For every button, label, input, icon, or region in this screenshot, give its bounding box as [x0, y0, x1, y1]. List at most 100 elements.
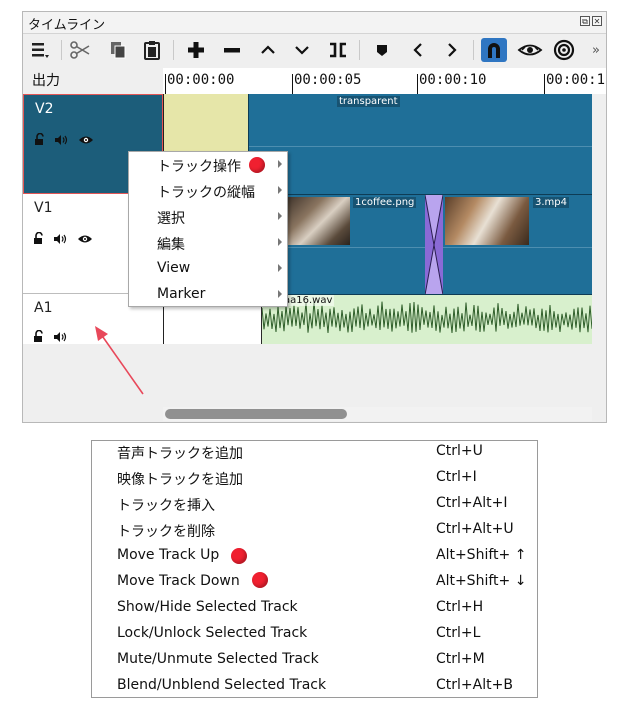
horizontal-scrollbar[interactable] — [163, 407, 592, 421]
annotation-dot — [249, 157, 265, 173]
eye-icon[interactable] — [77, 233, 93, 245]
ripple-icon[interactable] — [551, 38, 577, 62]
clip-label: transparent — [337, 96, 400, 107]
menu-item-edit[interactable]: 編集 — [129, 230, 287, 256]
submenu-item-label: Show/Hide Selected Track — [117, 599, 298, 615]
vertical-scrollbar[interactable] — [592, 94, 606, 404]
next-icon[interactable] — [439, 38, 465, 62]
ruler-tick-line — [544, 74, 545, 94]
clip-label: 3.mp4 — [533, 197, 569, 208]
ruler-tick-line — [417, 74, 418, 94]
menu-icon[interactable] — [27, 38, 53, 62]
menu-item-label: View — [157, 260, 191, 276]
toolbar-separator — [473, 40, 474, 60]
float-icon[interactable]: ⧉ — [580, 16, 590, 26]
ruler-tick-line — [292, 74, 293, 94]
close-icon[interactable]: ✕ — [592, 16, 602, 26]
time-ruler[interactable]: 00:00:00 00:00:05 00:00:10 00:00:15 — [163, 68, 607, 94]
split-icon[interactable] — [325, 38, 351, 62]
submenu-item-mute-unmute-track[interactable]: Mute/Unmute Selected Track Ctrl+M — [92, 649, 537, 675]
track-operations-submenu: 音声トラックを追加 Ctrl+U 映像トラックを追加 Ctrl+I トラックを挿… — [91, 440, 538, 698]
submenu-item-shortcut: Ctrl+I — [436, 469, 477, 485]
annotation-arrow-icon — [95, 326, 144, 395]
submenu-arrow-icon — [278, 186, 282, 194]
submenu-item-label: Move Track Up — [117, 547, 220, 563]
remove-icon[interactable] — [219, 38, 245, 62]
v2-transparent-clip[interactable]: transparent — [248, 94, 592, 194]
submenu-item-shortcut: Alt+Shift+ ↓ — [436, 573, 527, 589]
menu-item-label: トラックの縦幅 — [157, 185, 255, 201]
clip-midline — [443, 247, 592, 248]
title-bar: タイムライン ⧉ ✕ — [23, 12, 606, 34]
scrollbar-thumb[interactable] — [165, 409, 347, 419]
submenu-item-move-track-up[interactable]: Move Track Up Alt+Shift+ ↑ — [92, 545, 537, 571]
lock-icon[interactable] — [33, 232, 45, 245]
speaker-icon[interactable] — [54, 134, 70, 146]
menu-item-track-height[interactable]: トラックの縦幅 — [129, 178, 287, 204]
marker-icon[interactable] — [369, 38, 395, 62]
annotation-dot — [252, 572, 268, 588]
submenu-item-add-video-track[interactable]: 映像トラックを追加 Ctrl+I — [92, 467, 537, 493]
clip-label: aa16.wav — [282, 295, 335, 306]
submenu-arrow-icon — [278, 212, 282, 220]
submenu-item-label: Move Track Down — [117, 573, 240, 589]
submenu-item-shortcut: Ctrl+H — [436, 599, 484, 615]
menu-item-label: トラック操作 — [157, 159, 241, 175]
submenu-item-label: トラックを挿入 — [117, 498, 215, 514]
clip-midline — [249, 146, 592, 147]
submenu-arrow-icon — [278, 264, 282, 272]
menu-item-label: 選択 — [157, 211, 185, 227]
ruler-tick: 00:00:15 — [546, 72, 607, 88]
submenu-item-add-audio-track[interactable]: 音声トラックを追加 Ctrl+U — [92, 441, 537, 467]
track-name: A1 — [34, 300, 53, 316]
v1-transition[interactable] — [424, 194, 444, 296]
submenu-item-blend-unblend-track[interactable]: Blend/Unblend Selected Track Ctrl+Alt+B — [92, 675, 537, 701]
window-buttons: ⧉ ✕ — [580, 16, 602, 26]
prev-icon[interactable] — [405, 38, 431, 62]
track-name: V1 — [34, 200, 53, 216]
submenu-item-shortcut: Ctrl+Alt+B — [436, 677, 513, 693]
ruler-tick: 00:00:10 — [419, 72, 487, 88]
submenu-item-move-track-down[interactable]: Move Track Down Alt+Shift+ ↓ — [92, 571, 537, 597]
submenu-item-label: Lock/Unlock Selected Track — [117, 625, 308, 641]
more-icon[interactable]: » — [588, 38, 604, 62]
submenu-arrow-icon — [278, 160, 282, 168]
submenu-item-label: トラックを削除 — [117, 524, 215, 540]
add-icon[interactable] — [183, 38, 209, 62]
copy-icon[interactable] — [105, 38, 131, 62]
submenu-item-lock-unlock-track[interactable]: Lock/Unlock Selected Track Ctrl+L — [92, 623, 537, 649]
menu-item-marker[interactable]: Marker — [129, 282, 287, 308]
speaker-icon[interactable] — [53, 233, 69, 245]
track-controls — [33, 330, 69, 343]
submenu-arrow-icon — [278, 290, 282, 298]
ruler-tick-line — [165, 74, 166, 94]
submenu-item-label: 音声トラックを追加 — [117, 446, 243, 462]
transition-shape — [424, 194, 444, 296]
submenu-item-shortcut: Alt+Shift+ ↑ — [436, 547, 527, 563]
cut-icon[interactable] — [67, 38, 93, 62]
clip-thumbnail — [445, 197, 529, 245]
submenu-arrow-icon — [278, 238, 282, 246]
submenu-item-label: 映像トラックを追加 — [117, 472, 243, 488]
paste-icon[interactable] — [139, 38, 165, 62]
scrub-icon[interactable] — [517, 38, 543, 62]
submenu-item-show-hide-track[interactable]: Show/Hide Selected Track Ctrl+H — [92, 597, 537, 623]
speaker-icon[interactable] — [53, 331, 69, 343]
lock-icon[interactable] — [33, 330, 45, 343]
track-controls — [34, 133, 94, 146]
track-controls — [33, 232, 93, 245]
submenu-item-shortcut: Ctrl+M — [436, 651, 485, 667]
lock-icon[interactable] — [34, 133, 46, 146]
toolbar-separator — [61, 40, 62, 60]
lift-icon[interactable] — [255, 38, 281, 62]
submenu-item-remove-track[interactable]: トラックを削除 Ctrl+Alt+U — [92, 519, 537, 545]
submenu-item-insert-track[interactable]: トラックを挿入 Ctrl+Alt+I — [92, 493, 537, 519]
snap-icon[interactable] — [481, 38, 507, 62]
menu-item-select[interactable]: 選択 — [129, 204, 287, 230]
v1-mp4-clip[interactable]: 3.mp4 — [443, 194, 592, 294]
eye-icon[interactable] — [78, 134, 94, 146]
submenu-item-shortcut: Ctrl+Alt+U — [436, 521, 514, 537]
a1-audio-clip[interactable]: aa16.wav — [261, 294, 592, 344]
overwrite-icon[interactable] — [289, 38, 315, 62]
menu-item-view[interactable]: View — [129, 256, 287, 282]
